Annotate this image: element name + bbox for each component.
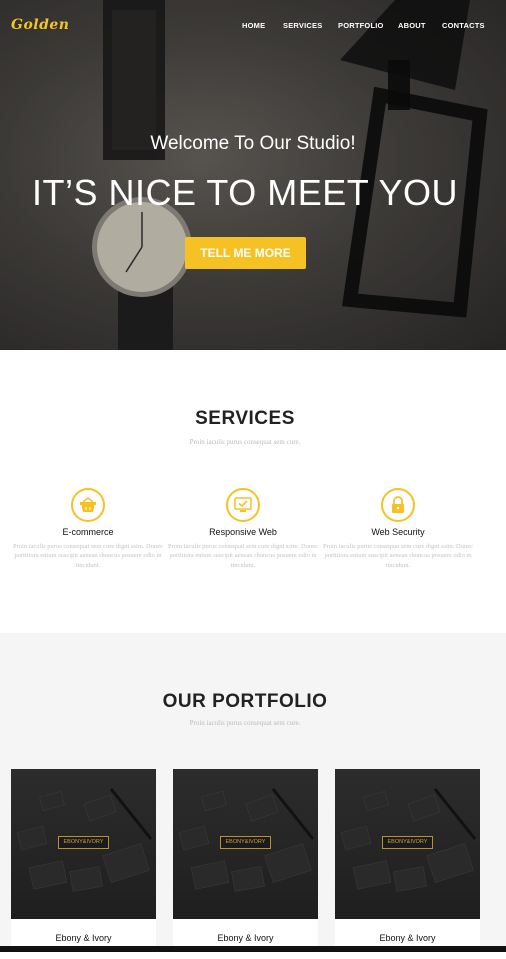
portfolio-image[interactable]: EBONY&IVORY [173,769,318,919]
tell-me-more-button[interactable]: TELL ME MORE [185,237,306,269]
service-responsive-web: Responsive Web Proin iaculis purus conse… [168,488,318,570]
service-name: Responsive Web [209,527,277,537]
portfolio-card[interactable]: EBONY&IVORY Ebony & Ivory [335,769,480,959]
main-nav: HOME SERVICES PORTFOLIO ABOUT CONTACTS [0,21,506,35]
lock-icon [381,488,415,522]
portfolio-title: OUR PORTFOLIO [162,691,328,712]
nav-about[interactable]: ABOUT [398,21,426,30]
portfolio-caption[interactable]: Ebony & Ivory [173,933,318,943]
portfolio-tag: EBONY&IVORY [220,836,271,849]
nav-services[interactable]: SERVICES [283,21,322,30]
portfolio-tag: EBONY&IVORY [382,836,433,849]
service-ecommerce: E-commerce Proin iaculis purus consequat… [13,488,163,570]
portfolio-card[interactable]: EBONY&IVORY Ebony & Ivory [11,769,156,959]
portfolio-caption[interactable]: Ebony & Ivory [335,933,480,943]
monitor-check-icon [226,488,260,522]
service-web-security: Web Security Proin iaculis purus consequ… [323,488,473,570]
services-section: SERVICES Proin iaculis purus consequat s… [0,350,506,633]
service-name: E-commerce [62,527,114,537]
portfolio-tag: EBONY&IVORY [58,836,109,849]
portfolio-card[interactable]: EBONY&IVORY Ebony & Ivory [173,769,318,959]
hero-section: Golden HOME SERVICES PORTFOLIO ABOUT CON… [0,0,506,350]
services-title: SERVICES [195,408,295,429]
hero-welcome: Welcome To Our Studio! [150,133,356,154]
service-name: Web Security [371,527,425,537]
hero-headline: IT’S NICE TO MEET YOU [32,172,458,213]
service-description: Proin iaculis purus consequat sem cure d… [168,543,319,569]
portfolio-image[interactable]: EBONY&IVORY [335,769,480,919]
nav-home[interactable]: HOME [242,21,265,30]
portfolio-image[interactable]: EBONY&IVORY [11,769,156,919]
nav-contacts[interactable]: CONTACTS [442,21,485,30]
bottom-scroll-edge [0,946,506,952]
service-description: Proin iaculis purus consequat sem cure d… [13,543,164,569]
portfolio-subtitle: Proin iaculis purus consequat sem cure. [189,719,301,727]
nav-portfolio[interactable]: PORTFOLIO [338,21,384,30]
basket-icon [71,488,105,522]
portfolio-section: OUR PORTFOLIO Proin iaculis purus conseq… [0,633,506,959]
service-description: Proin iaculis purus consequat sem cure d… [323,543,474,569]
services-subtitle: Proin iaculis purus consequat sem cure. [189,438,301,446]
portfolio-caption[interactable]: Ebony & Ivory [11,933,156,943]
